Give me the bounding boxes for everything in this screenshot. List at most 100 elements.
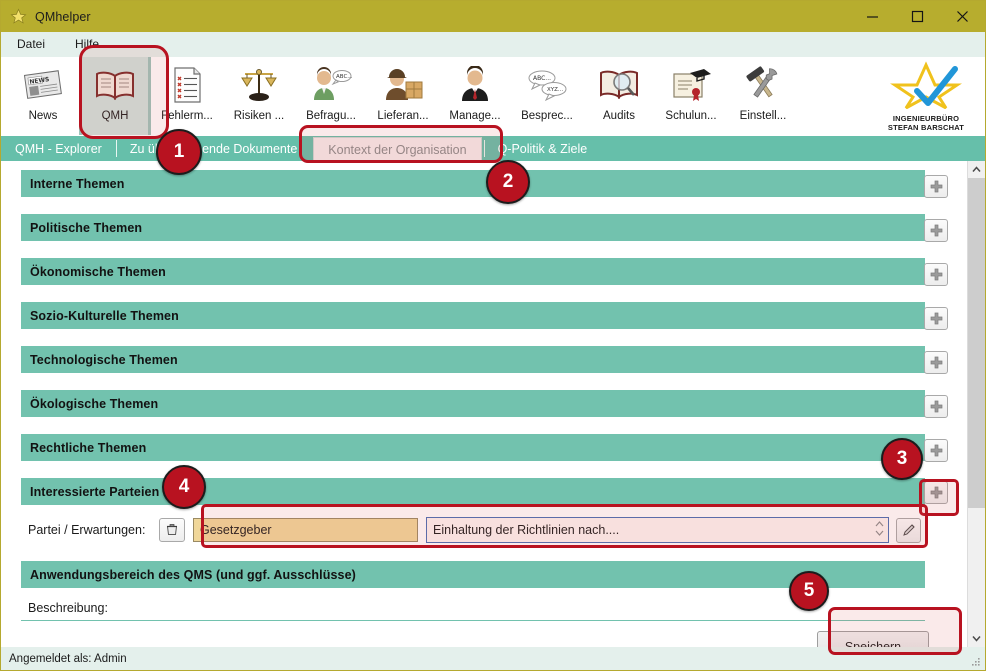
- section-title: Politische Themen: [30, 221, 142, 235]
- partei-erwartungen-label: Partei / Erwartungen:: [28, 523, 159, 537]
- tab-qmh-explorer[interactable]: QMH - Explorer: [1, 136, 116, 161]
- toolbar-label: Besprec...: [521, 110, 573, 122]
- section-header: Interessierte Parteien: [21, 478, 925, 505]
- add-icon[interactable]: [924, 219, 948, 242]
- status-text: Angemeldet als: Admin: [9, 653, 127, 665]
- section-title: Ökologische Themen: [30, 397, 158, 411]
- add-icon[interactable]: [924, 175, 948, 198]
- checklist-icon: [170, 63, 204, 107]
- section-technologische-themen: Technologische Themen: [1, 346, 967, 390]
- scales-icon: [239, 63, 279, 107]
- tab-q-politik-ziele[interactable]: Q-Politik & Ziele: [484, 136, 602, 161]
- certificate-icon: [670, 63, 712, 107]
- annotation-badge-3: 3: [881, 438, 923, 480]
- toolbar-item-befragung[interactable]: ABC... Befragu...: [295, 57, 367, 135]
- maximize-icon[interactable]: [895, 1, 940, 32]
- section-interessierte-parteien: Interessierte Parteien: [1, 478, 967, 509]
- tools-icon: [743, 63, 783, 107]
- toolbar-item-risiken[interactable]: Risiken ...: [223, 57, 295, 135]
- annotation-badge-2: 2: [486, 160, 530, 204]
- section-header: Politische Themen: [21, 214, 925, 241]
- logo-line-1: INGENIEURBÜRO: [893, 114, 959, 123]
- section-oekonomische-themen: Ökonomische Themen: [1, 258, 967, 302]
- toolbar-item-schulungen[interactable]: Schulun...: [655, 57, 727, 135]
- section-rechtliche-themen: Rechtliche Themen: [1, 434, 967, 478]
- chevron-down-icon[interactable]: [968, 630, 985, 647]
- book-icon: [93, 63, 137, 107]
- section-title: Technologische Themen: [30, 353, 178, 367]
- window-controls: [850, 1, 985, 32]
- svg-text:ABC...: ABC...: [533, 75, 551, 82]
- toolbar-item-fehlermanagement[interactable]: Fehlerm...: [151, 57, 223, 135]
- delivery-person-icon: [382, 63, 424, 107]
- scrollbar-thumb[interactable]: [968, 178, 985, 508]
- svg-text:XYZ...: XYZ...: [547, 87, 563, 93]
- toolbar-item-besprechungen[interactable]: ABC... XYZ... Besprec...: [511, 57, 583, 135]
- add-icon[interactable]: [924, 307, 948, 330]
- add-icon[interactable]: [924, 395, 948, 418]
- toolbar-label: Lieferan...: [377, 110, 428, 122]
- star-check-logo-icon: [883, 61, 969, 114]
- expectation-input[interactable]: Einhaltung der Richtlinien nach....: [426, 517, 889, 543]
- toolbar-label: Fehlerm...: [161, 110, 213, 122]
- toolbar-label: Schulun...: [665, 110, 716, 122]
- resize-grip-icon[interactable]: [971, 657, 981, 667]
- status-bar: Angemeldet als: Admin: [1, 647, 985, 670]
- toolbar-label: News: [29, 110, 58, 122]
- content-area: Interne Themen Politische Themen Ökonomi…: [1, 161, 985, 647]
- toolbar-label: Manage...: [449, 110, 500, 122]
- section-header: Sozio-Kulturelle Themen: [21, 302, 925, 329]
- toolbar-label: Befragu...: [306, 110, 356, 122]
- minimize-icon[interactable]: [850, 1, 895, 32]
- section-politische-themen: Politische Themen: [1, 214, 967, 258]
- close-icon[interactable]: [940, 1, 985, 32]
- svg-text:ABC...: ABC...: [336, 74, 352, 80]
- delete-icon[interactable]: [159, 518, 185, 542]
- spinner-up-down-icon[interactable]: [875, 521, 884, 536]
- title-bar: QMhelper: [1, 1, 985, 32]
- menu-bar: Datei Hilfe: [1, 32, 985, 57]
- menu-item-hilfe[interactable]: Hilfe: [75, 37, 99, 51]
- tab-kontext-der-organisation[interactable]: Kontext der Organisation: [313, 137, 481, 161]
- scrollbar-track[interactable]: [968, 178, 985, 630]
- section-title: Anwendungsbereich des QMS (und ggf. Auss…: [30, 568, 356, 582]
- toolbar-item-einstellungen[interactable]: Einstell...: [727, 57, 799, 135]
- menu-item-datei[interactable]: Datei: [17, 37, 45, 51]
- context-form: Interne Themen Politische Themen Ökonomi…: [1, 161, 967, 647]
- manager-icon: [456, 63, 494, 107]
- beschreibung-label: Beschreibung:: [28, 601, 108, 618]
- annotation-badge-5: 5: [789, 571, 829, 611]
- add-icon[interactable]: [924, 439, 948, 462]
- section-header: Interne Themen: [21, 170, 925, 197]
- add-icon[interactable]: [924, 351, 948, 374]
- save-button[interactable]: Speichern: [817, 631, 929, 647]
- toolbar-label: Einstell...: [740, 110, 787, 122]
- person-speech-icon: ABC...: [310, 63, 352, 107]
- pencil-icon[interactable]: [896, 518, 921, 543]
- section-title: Interessierte Parteien: [30, 485, 159, 499]
- section-title: Rechtliche Themen: [30, 441, 146, 455]
- news-icon: NEWS: [22, 63, 64, 107]
- add-icon[interactable]: [924, 263, 948, 286]
- toolbar-item-qmh[interactable]: QMH: [79, 57, 151, 135]
- toolbar-item-audits[interactable]: Audits: [583, 57, 655, 135]
- tab-zu-ueberwachende-dokumente[interactable]: Zu überwachende Dokumente: [116, 136, 311, 161]
- add-icon[interactable]: [924, 481, 948, 504]
- toolbar-label: Risiken ...: [234, 110, 285, 122]
- section-oekologische-themen: Ökologische Themen: [1, 390, 967, 434]
- window-title: QMhelper: [35, 10, 91, 24]
- toolbar-item-management[interactable]: Manage...: [439, 57, 511, 135]
- toolbar-item-news[interactable]: NEWS News: [7, 57, 79, 135]
- section-header: Ökonomische Themen: [21, 258, 925, 285]
- party-input[interactable]: Gesetzgeber: [193, 518, 418, 542]
- toolbar-item-lieferanten[interactable]: Lieferan...: [367, 57, 439, 135]
- section-title: Ökonomische Themen: [30, 265, 166, 279]
- annotation-badge-1: 1: [156, 129, 202, 175]
- speech-bubbles-icon: ABC... XYZ...: [525, 63, 569, 107]
- book-magnifier-icon: [598, 63, 640, 107]
- section-title: Sozio-Kulturelle Themen: [30, 309, 179, 323]
- section-header: Ökologische Themen: [21, 390, 925, 417]
- chevron-up-icon[interactable]: [968, 161, 985, 178]
- vertical-scrollbar[interactable]: [967, 161, 985, 647]
- expectation-value: Einhaltung der Richtlinien nach....: [433, 523, 619, 537]
